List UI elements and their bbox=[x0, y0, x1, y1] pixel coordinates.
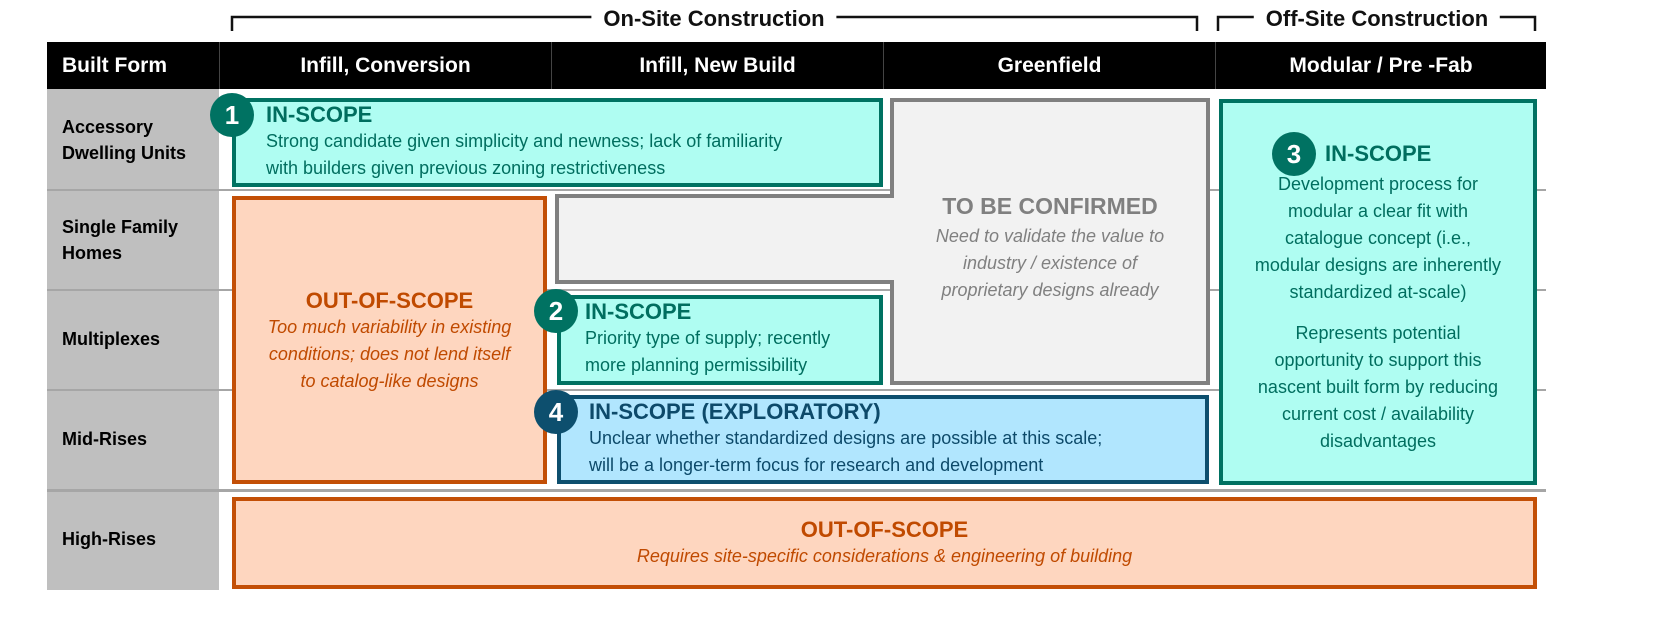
box-1-title: IN-SCOPE bbox=[266, 102, 373, 127]
box-2-title: IN-SCOPE bbox=[585, 299, 692, 324]
badge-4: 4 bbox=[534, 390, 578, 434]
tbc-title: TO BE CONFIRMED bbox=[942, 193, 1158, 219]
box-4-exploratory-mid-rises: IN-SCOPE (EXPLORATORY) Unclear whether s… bbox=[557, 395, 1209, 484]
box-out-of-scope-high-rises: OUT-OF-SCOPE Requires site-specific cons… bbox=[232, 497, 1537, 589]
box-out-of-scope-conversion: OUT-OF-SCOPE Too much variability in exi… bbox=[232, 196, 547, 484]
out-bottom-title: OUT-OF-SCOPE bbox=[800, 517, 969, 542]
out-left-title: OUT-OF-SCOPE bbox=[305, 288, 474, 313]
box-3-in-scope-modular: IN-SCOPE Development process for modular… bbox=[1219, 99, 1537, 485]
badge-2: 2 bbox=[534, 289, 578, 333]
out-bottom-description: Requires site-specific considerations & … bbox=[636, 546, 1133, 566]
tbc-description: Need to validate the value to industry /… bbox=[935, 226, 1165, 300]
box-2-description: Priority type of supply; recently more p… bbox=[585, 328, 831, 375]
box-1-description: Strong candidate given simplicity and ne… bbox=[266, 131, 783, 178]
box-3-description: Development process for modular a clear … bbox=[1254, 174, 1502, 451]
box-4-title: IN-SCOPE (EXPLORATORY) bbox=[589, 399, 881, 424]
box-1-in-scope-adu: IN-SCOPE Strong candidate given simplici… bbox=[232, 98, 883, 187]
tbc-text: TO BE CONFIRMED Need to validate the val… bbox=[900, 193, 1200, 304]
box-3-title: IN-SCOPE bbox=[1325, 141, 1432, 166]
badge-1: 1 bbox=[210, 93, 254, 137]
box-4-description: Unclear whether standardized designs are… bbox=[589, 428, 1103, 475]
box-2-in-scope-multiplexes: IN-SCOPE Priority type of supply; recent… bbox=[557, 295, 883, 385]
badge-3: 3 bbox=[1272, 132, 1316, 176]
out-left-description: Too much variability in existing conditi… bbox=[267, 317, 512, 391]
